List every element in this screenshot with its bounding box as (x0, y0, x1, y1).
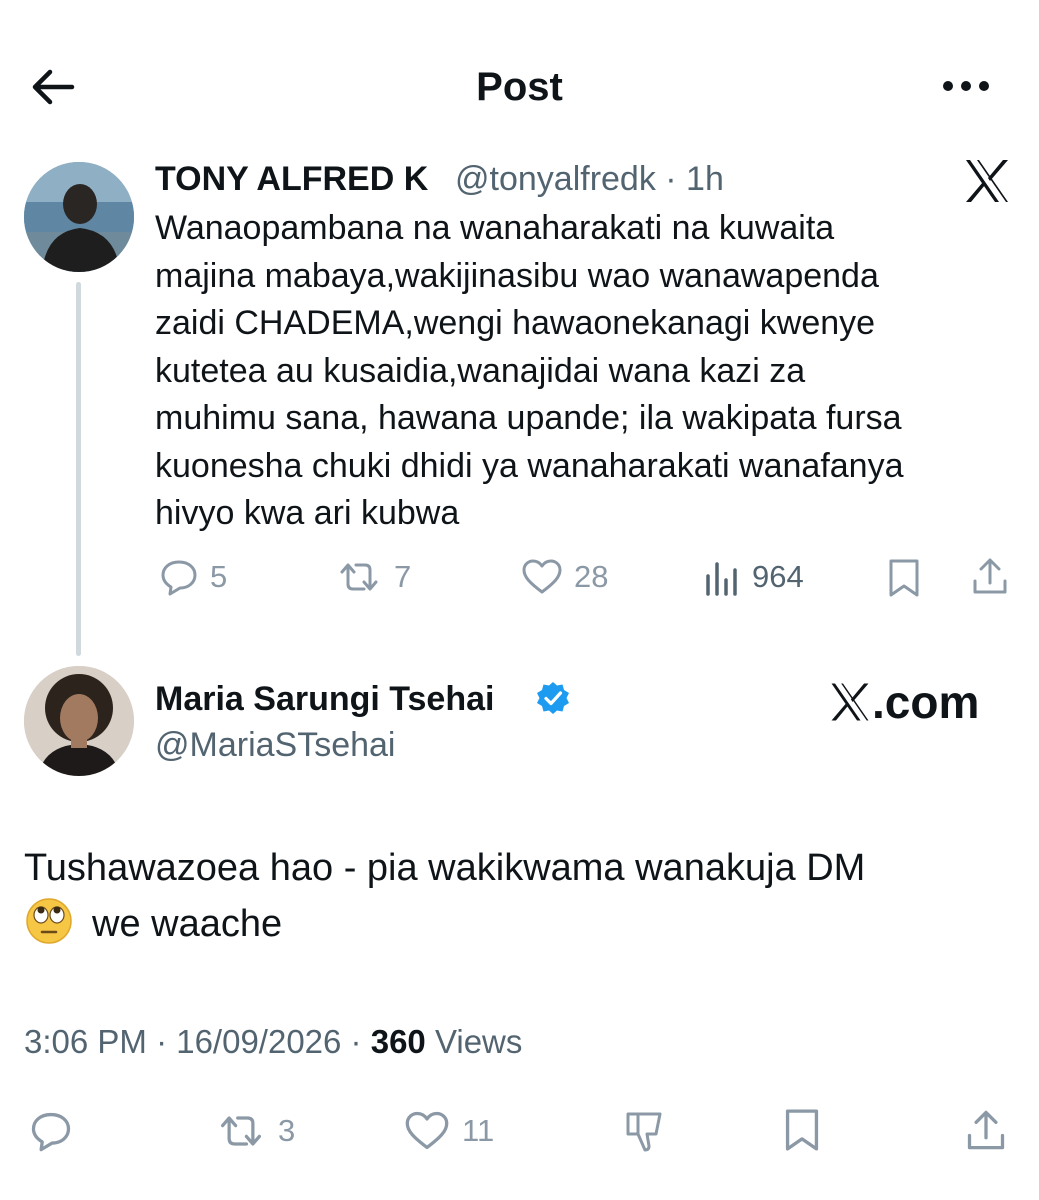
author-name[interactable]: TONY ALFRED K (155, 158, 428, 200)
verified-badge-icon (537, 682, 569, 714)
heart-icon (405, 1111, 449, 1150)
post-text-line-2: we waache (24, 896, 1014, 952)
heart-icon (522, 559, 562, 594)
post-text-line: kuonesha chuki dhidi ya wanaharakati wan… (155, 446, 904, 485)
post-text-line: zaidi CHADEMA,wengi hawaonekanagi kwenye (155, 304, 876, 342)
bookmark-icon[interactable] (782, 1106, 822, 1154)
author-handle-time[interactable]: @tonyalfredk · 1h (455, 158, 724, 200)
post-metadata: 3:06 PM · 16/09/2026 · 360 Views (24, 1020, 522, 1064)
like-count: 28 (574, 559, 609, 594)
post-text-line: we waache (92, 903, 283, 945)
repost-button[interactable]: 7 (334, 556, 411, 598)
post-text-line: majina mabaya,wakijinasibu wao wanawapen… (155, 256, 879, 295)
share-icon[interactable] (970, 555, 1010, 597)
views-button[interactable]: 964 (704, 556, 804, 598)
x-logo-icon (966, 160, 1008, 202)
share-icon[interactable] (964, 1106, 1008, 1154)
x-com-watermark: .com (828, 674, 979, 730)
reply-count: 5 (210, 559, 228, 594)
bookmark-icon[interactable] (886, 557, 922, 599)
post-text-line: Wanaopambana na wanaharakati na kuwaita (155, 209, 835, 247)
reply-icon (161, 560, 197, 596)
page-title: Post (476, 65, 563, 109)
views-count: 964 (752, 559, 804, 594)
post-text-line: Tushawazoea hao - pia wakikwama wanakuja… (24, 847, 866, 889)
like-count: 11 (462, 1113, 495, 1148)
reply-icon[interactable] (26, 1108, 76, 1154)
repost-icon (340, 563, 378, 591)
views-label: Views (425, 1023, 523, 1060)
post-text-line: muhimu sana, hawana upande; ila wakipata… (155, 399, 902, 437)
face-with-rolling-eyes-emoji-icon (26, 898, 72, 944)
repost-button[interactable]: 3 (214, 1108, 295, 1154)
dislike-icon[interactable] (620, 1108, 670, 1154)
avatar-tony-alfred-k[interactable] (24, 162, 134, 272)
post-text-line: kutetea au kusaidia,wanajidai wana kazi … (155, 351, 806, 390)
x-logo-icon (831, 683, 869, 721)
thread-line (76, 282, 81, 656)
repost-count: 3 (278, 1113, 296, 1148)
post-text-line: hivyo kwa ari kubwa (155, 494, 460, 532)
author-name[interactable]: Maria Sarungi Tsehai (155, 678, 494, 720)
watermark-text: .com (872, 676, 980, 728)
reply-button[interactable]: 5 (158, 556, 227, 598)
repost-count: 7 (394, 559, 412, 594)
repost-icon (221, 1116, 261, 1146)
post-text: Wanaopambana na wanaharakati na kuwaita … (155, 205, 1025, 538)
avatar-maria-sarungi-tsehai[interactable] (24, 666, 134, 776)
analytics-icon (706, 562, 737, 596)
like-button[interactable]: 28 (520, 556, 608, 598)
more-options-icon[interactable] (938, 66, 994, 106)
post-timestamp[interactable]: 3:06 PM · 16/09/2026 · (24, 1023, 371, 1060)
like-button[interactable]: 11 (402, 1108, 494, 1154)
post-text: Tushawazoea hao - pia wakikwama wanakuja… (24, 840, 1014, 952)
views-total: 360 (370, 1023, 426, 1060)
author-handle[interactable]: @MariaSTsehai (155, 724, 396, 766)
